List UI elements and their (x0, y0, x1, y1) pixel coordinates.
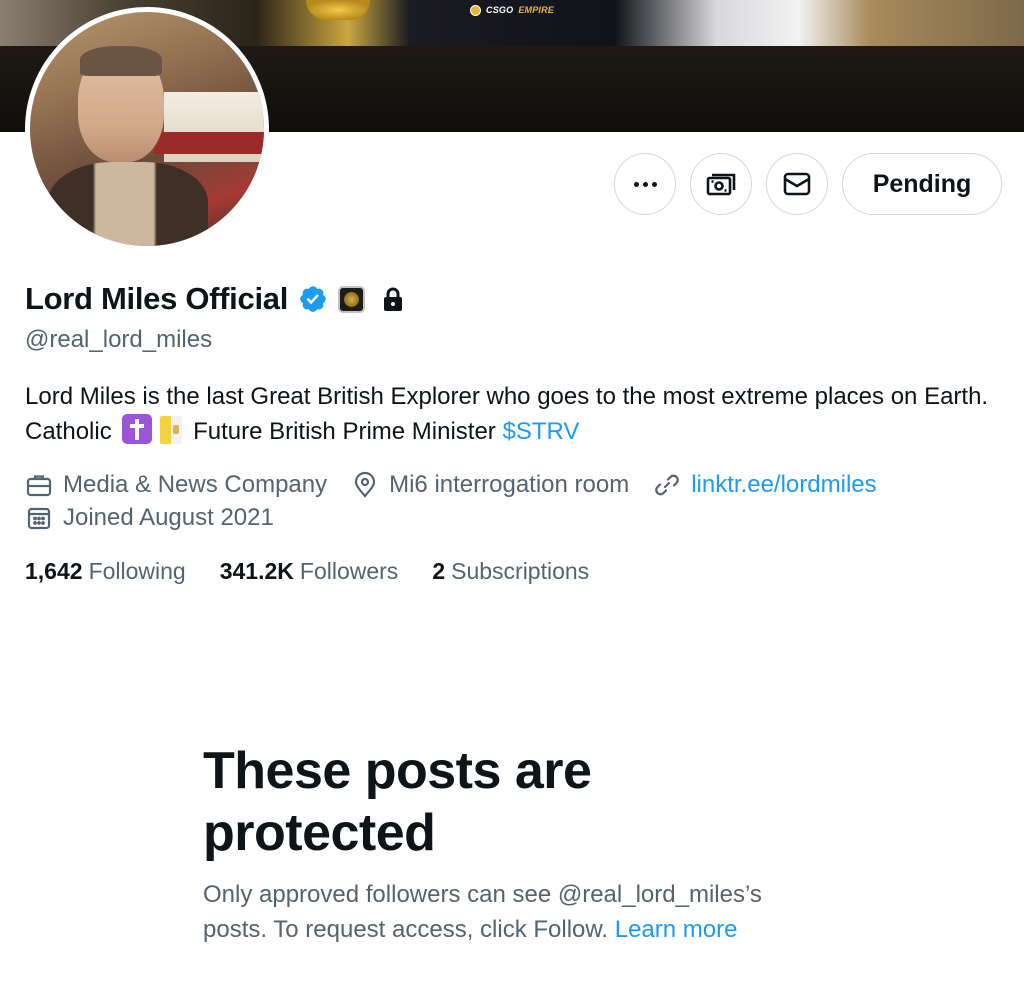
message-button[interactable] (766, 153, 828, 215)
display-name: Lord Miles Official (25, 281, 289, 316)
latin-cross-emoji-icon (122, 414, 153, 444)
sponsor-logo-icon (470, 4, 481, 16)
sponsor-logo-accent: EMPIRE (518, 5, 555, 15)
profile-website[interactable]: linktr.ee/lordmiles (653, 471, 877, 499)
verified-badge-icon[interactable] (298, 284, 328, 314)
calendar-icon (27, 507, 51, 530)
pending-follow-button[interactable]: Pending (842, 153, 1002, 215)
vatican-flag-emoji-icon (160, 416, 183, 444)
more-dots-icon (633, 181, 657, 187)
followers-count: 341.2K (219, 557, 294, 584)
avatar-background-altar-cloth (154, 132, 264, 154)
location-pin-icon (355, 471, 376, 498)
subscriptions-stat-link[interactable]: 2 Subscriptions (432, 558, 589, 585)
more-options-button[interactable] (614, 153, 676, 215)
subscribe-button[interactable] (690, 153, 752, 215)
bio-cashtag-link[interactable]: $STRV (502, 418, 579, 445)
avatar-person-hair (80, 46, 162, 76)
avatar-person-body (48, 162, 208, 246)
profile-bio: Lord Miles is the last Great British Exp… (25, 380, 1000, 449)
sponsor-logo-text: CSGO (486, 5, 514, 15)
profile-name-row: Lord Miles Official (25, 280, 405, 318)
affiliate-badge-icon[interactable] (338, 285, 366, 313)
bio-text-continued: Future British Prime Minister (193, 418, 496, 445)
profile-website-link[interactable]: linktr.ee/lordmiles (691, 471, 876, 499)
banner-sponsor-logo: CSGO EMPIRE (470, 2, 554, 18)
profile-stats: 1,642 Following 341.2K Followers 2 Subscrip… (25, 555, 623, 587)
following-count: 1,642 (25, 557, 83, 584)
subscriptions-count: 2 (432, 557, 446, 584)
profile-category: Media & News Company (25, 471, 327, 499)
subscriptions-label: Subscriptions (451, 557, 590, 584)
profile-joined-text: Joined August 2021 (63, 504, 274, 531)
followers-stat-link[interactable]: 341.2K Followers (220, 558, 399, 585)
following-stat-link[interactable]: 1,642 Following (25, 558, 186, 585)
banner-coin-graphic (306, 0, 370, 20)
protected-posts-message: Only approved followers can see @real_lo… (203, 877, 823, 947)
profile-joined: Joined August 2021 (25, 504, 274, 532)
briefcase-icon (26, 475, 52, 497)
profile-category-text: Media & News Company (63, 471, 328, 498)
link-icon (655, 474, 680, 496)
profile-joined-row: Joined August 2021 (25, 501, 298, 535)
following-label: Following (88, 557, 186, 584)
profile-location-text: Mi6 interrogation room (389, 471, 630, 498)
mail-icon (783, 172, 811, 196)
profile-meta-row: Media & News Company Mi6 interrogation r… (25, 468, 901, 502)
protected-posts-title: These posts are protected (203, 742, 592, 862)
profile-handle: @real_lord_miles (25, 326, 213, 353)
followers-label: Followers (299, 557, 399, 584)
learn-more-link[interactable]: Learn more (615, 916, 738, 943)
money-icon (706, 173, 736, 196)
lock-icon (384, 287, 403, 311)
profile-avatar[interactable] (25, 7, 269, 251)
profile-location: Mi6 interrogation room (351, 471, 629, 499)
